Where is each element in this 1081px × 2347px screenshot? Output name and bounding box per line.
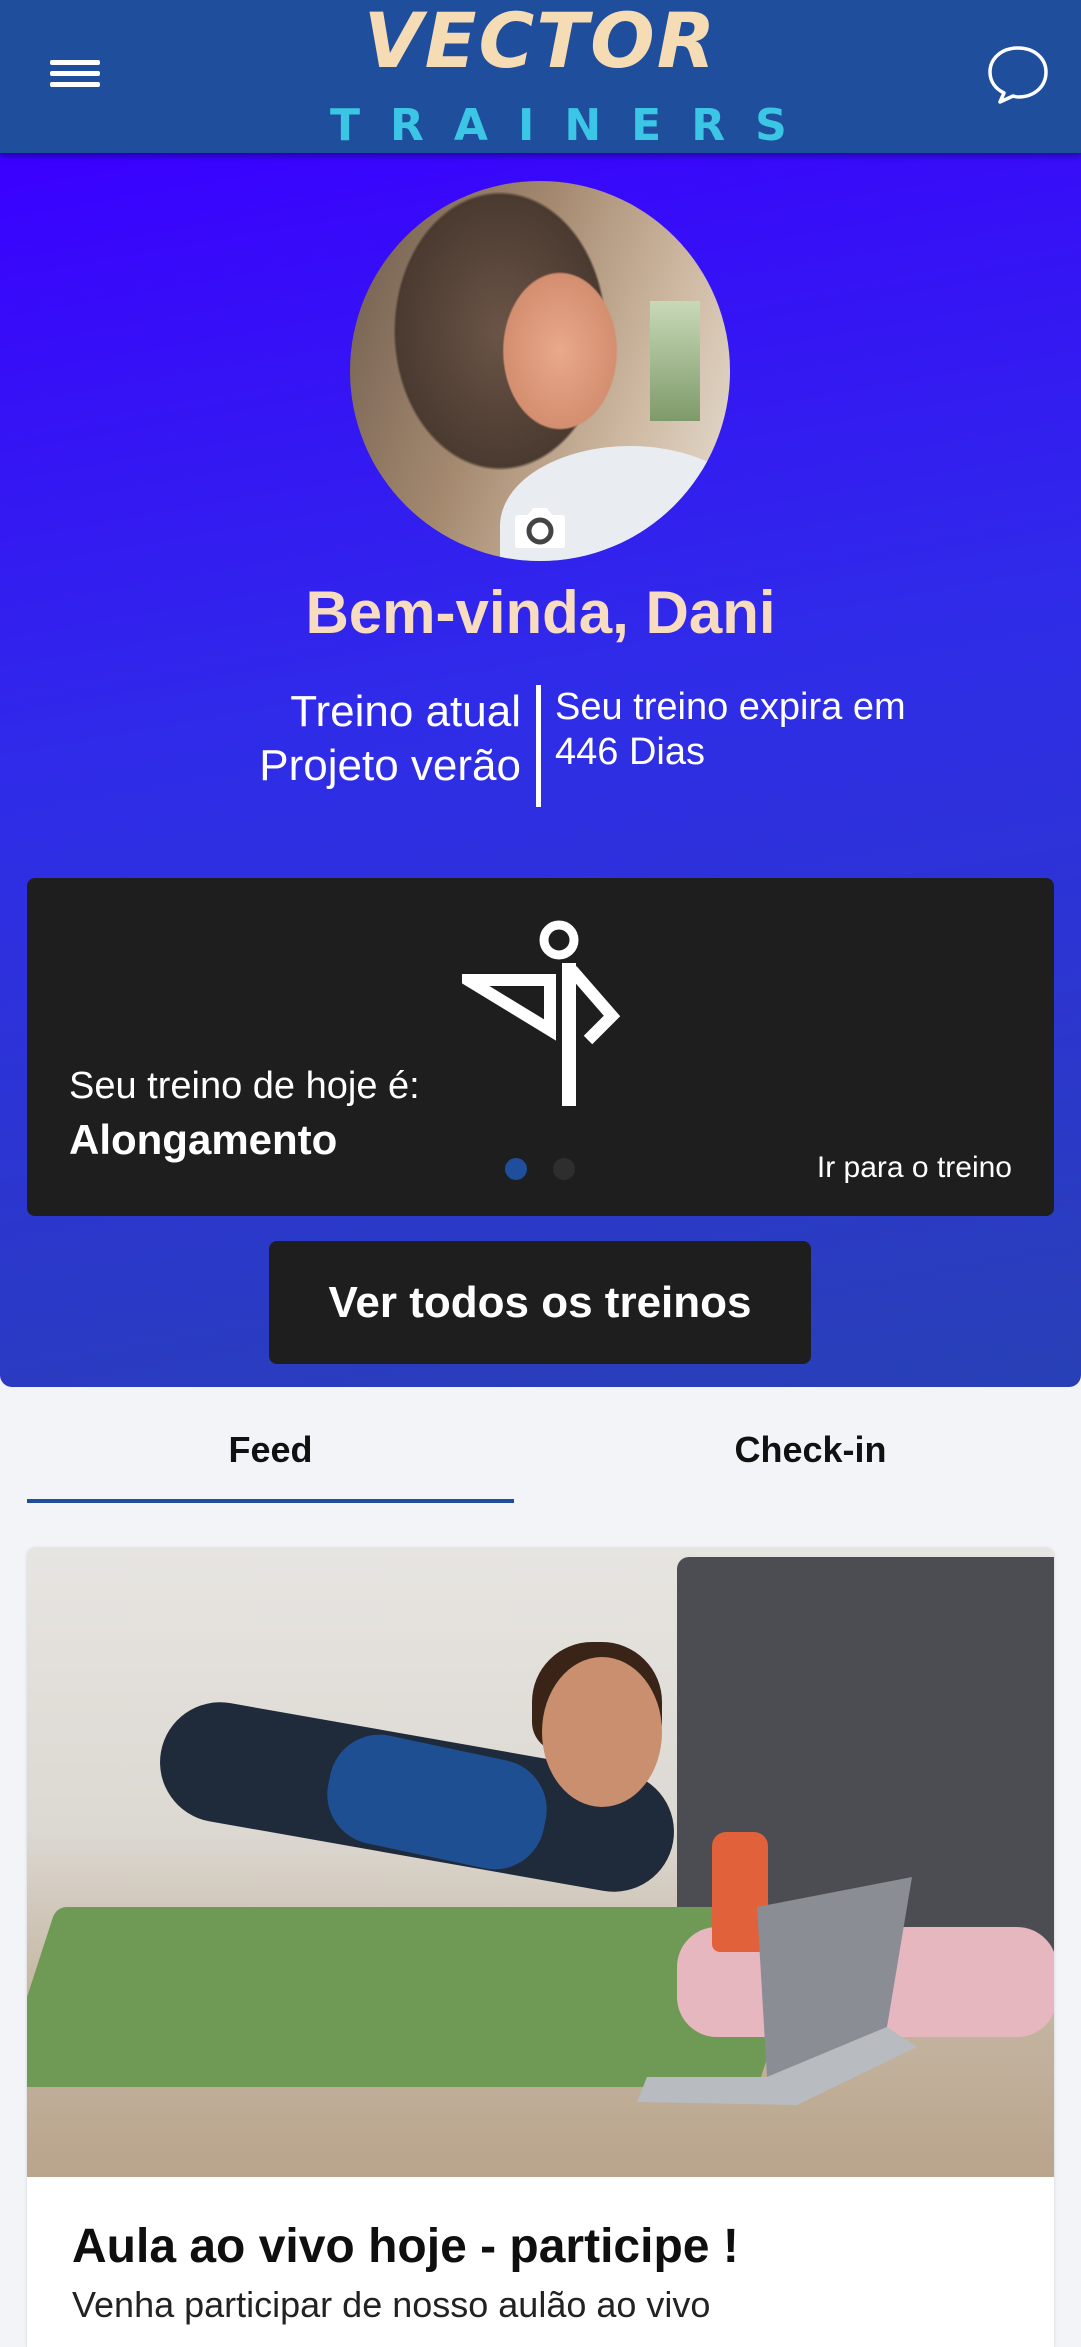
todays-workout-label: Seu treino de hoje é: xyxy=(69,1065,420,1107)
todays-workout-name: Alongamento xyxy=(69,1116,338,1163)
profile-hero: Bem-vinda, Dani Treino atual Projeto ver… xyxy=(0,153,1081,1387)
logo-vector-text: VECTOR xyxy=(363,0,718,85)
workout-expiration: Seu treino expira em 446 Dias xyxy=(555,685,906,775)
carousel-dot-2[interactable] xyxy=(553,1158,575,1180)
todays-workout-card[interactable]: Seu treino de hoje é: Alongamento Ir par… xyxy=(27,878,1054,1216)
content-tabs: Feed Check-in xyxy=(27,1395,1054,1505)
current-workout-label: Treino atual xyxy=(290,687,521,736)
feed-post-card[interactable]: Aula ao vivo hoje - participe ! Venha pa… xyxy=(27,1547,1054,2347)
chat-bubble-icon[interactable] xyxy=(986,44,1050,106)
stretch-pose-icon xyxy=(462,920,621,1106)
workout-stats: Treino atual Projeto verão Seu treino ex… xyxy=(0,685,1081,813)
go-to-workout-link[interactable]: Ir para o treino xyxy=(817,1148,1012,1188)
feed-post-title: Aula ao vivo hoje - participe ! xyxy=(72,2220,739,2273)
expiration-label: Seu treino expira em xyxy=(555,686,906,728)
profile-avatar[interactable] xyxy=(350,181,730,561)
active-tab-indicator xyxy=(27,1499,514,1503)
view-all-workouts-button[interactable]: Ver todos os treinos xyxy=(269,1241,811,1364)
brand-logo: VECTOR TRAINERS xyxy=(300,0,817,153)
expiration-value: 446 Dias xyxy=(555,731,705,773)
feed-post-image xyxy=(27,1547,1054,2177)
app-header: VECTOR TRAINERS xyxy=(0,0,1081,153)
stats-divider xyxy=(536,685,541,807)
welcome-message: Bem-vinda, Dani xyxy=(305,579,776,646)
carousel-indicator xyxy=(505,1158,601,1182)
tab-feed[interactable]: Feed xyxy=(27,1395,514,1505)
current-workout-value: Projeto verão xyxy=(259,741,521,790)
hamburger-menu-icon[interactable] xyxy=(44,50,106,100)
logo-trainers-text: TRAINERS xyxy=(330,100,817,151)
tab-check-in[interactable]: Check-in xyxy=(567,1395,1054,1505)
camera-icon[interactable] xyxy=(514,505,566,549)
feed-post-subtitle: Venha participar de nosso aulão ao vivo xyxy=(72,2284,711,2325)
carousel-dot-1[interactable] xyxy=(505,1158,527,1180)
current-workout: Treino atual Projeto verão xyxy=(259,685,521,793)
